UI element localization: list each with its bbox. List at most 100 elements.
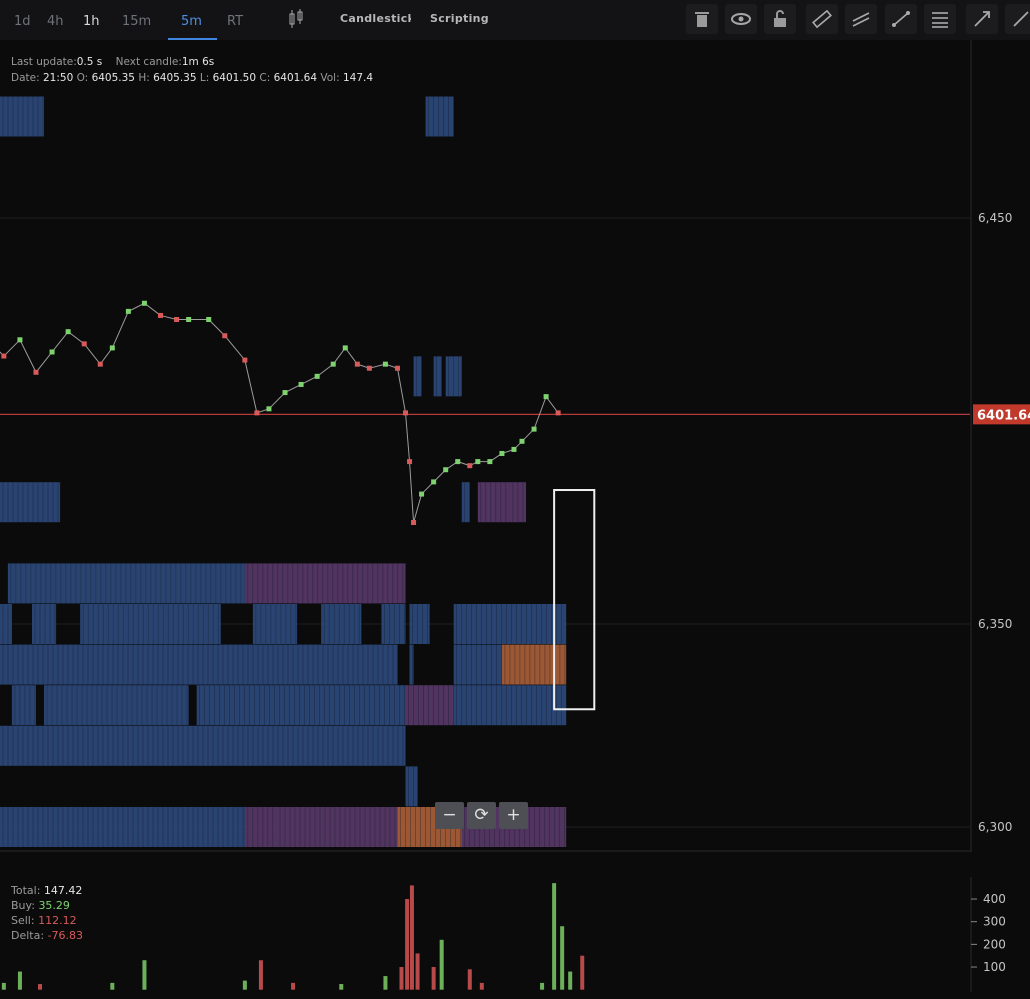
price-marker bbox=[242, 357, 248, 363]
volume-bar bbox=[258, 960, 263, 990]
volume-bar bbox=[399, 967, 404, 990]
zoom-in-button[interactable]: + bbox=[499, 802, 528, 829]
volume-bar bbox=[431, 967, 436, 990]
volume-bar bbox=[580, 955, 585, 990]
price-marker bbox=[141, 300, 147, 306]
volume-bar bbox=[383, 976, 388, 990]
liquidity-band bbox=[252, 604, 298, 644]
reset-zoom-button[interactable]: ⟳ bbox=[467, 802, 496, 829]
volume-bar bbox=[339, 984, 344, 990]
price-marker bbox=[266, 406, 272, 412]
volume-delta: Delta: -76.83 bbox=[11, 929, 83, 942]
price-tick-label: 6,300 bbox=[978, 820, 1012, 834]
volume-bar bbox=[439, 939, 444, 990]
volume-bar bbox=[1, 982, 6, 990]
next-candle-label: Next candle: bbox=[115, 56, 182, 68]
price-marker bbox=[65, 329, 71, 335]
sell-value: 112.12 bbox=[38, 914, 77, 927]
unlock-icon[interactable] bbox=[764, 4, 796, 34]
trend-arrows-icon[interactable] bbox=[885, 4, 917, 34]
price-marker bbox=[254, 410, 260, 416]
price-marker bbox=[354, 361, 360, 367]
liquidity-band bbox=[0, 482, 61, 523]
ohlc-info: Date: 21:50 O: 6405.35 H: 6405.35 L: 640… bbox=[11, 72, 373, 84]
price-marker bbox=[511, 446, 517, 452]
next-candle-value: 1m 6s bbox=[181, 56, 215, 68]
price-marker bbox=[158, 312, 164, 318]
price-marker bbox=[467, 463, 473, 469]
price-marker bbox=[222, 333, 228, 339]
liquidity-band bbox=[405, 766, 418, 807]
high-label: H: bbox=[138, 72, 150, 84]
zoom-out-button[interactable]: − bbox=[435, 802, 464, 829]
price-marker bbox=[443, 467, 449, 473]
top-toolbar: 1d 4h 1h 15m 5m RT Candlestick Scripting bbox=[0, 0, 1030, 40]
liquidity-band bbox=[461, 482, 470, 523]
price-marker bbox=[455, 459, 461, 465]
liquidity-band bbox=[453, 644, 502, 685]
ruler-icon[interactable] bbox=[806, 4, 838, 34]
fib-lines-icon[interactable] bbox=[924, 4, 956, 34]
scripting-button[interactable]: Scripting bbox=[430, 12, 489, 25]
sell-label: Sell: bbox=[11, 914, 35, 927]
volume-pane[interactable]: 400 300 200 100 bbox=[0, 852, 1030, 999]
liquidity-band bbox=[453, 604, 567, 644]
eye-icon[interactable] bbox=[725, 4, 757, 34]
price-marker bbox=[407, 459, 413, 465]
price-marker bbox=[206, 317, 212, 322]
buy-value: 35.29 bbox=[38, 899, 70, 912]
liquidity-band bbox=[381, 604, 406, 644]
price-marker bbox=[109, 345, 115, 351]
liquidity-band bbox=[31, 604, 57, 644]
price-marker bbox=[382, 361, 388, 367]
timeframe-15m[interactable]: 15m bbox=[122, 14, 151, 29]
price-marker bbox=[403, 410, 409, 416]
price-marker bbox=[499, 450, 505, 456]
volume-total: Total: 147.42 bbox=[11, 884, 82, 897]
low-value: 6401.50 bbox=[212, 72, 257, 84]
liquidity-band bbox=[433, 356, 442, 397]
volume-tick-label: 300 bbox=[983, 915, 1006, 929]
price-marker bbox=[125, 308, 131, 314]
price-marker bbox=[33, 369, 39, 375]
liquidity-band bbox=[196, 685, 406, 726]
timeframe-rt[interactable]: RT bbox=[227, 14, 243, 29]
price-marker bbox=[475, 459, 481, 465]
timeframe-5m[interactable]: 5m bbox=[181, 14, 202, 29]
price-tick-label: 6,350 bbox=[978, 617, 1012, 631]
volume-bar bbox=[291, 982, 296, 990]
volume-bar bbox=[568, 971, 573, 990]
line-tool-icon[interactable] bbox=[1005, 4, 1030, 34]
volume-bar bbox=[405, 899, 410, 990]
candlestick-button[interactable]: Candlestick bbox=[340, 12, 411, 25]
price-marker bbox=[298, 381, 304, 387]
liquidity-band bbox=[425, 96, 454, 137]
arrow-line-icon[interactable] bbox=[966, 4, 998, 34]
price-marker bbox=[81, 341, 87, 347]
candlestick-icon[interactable] bbox=[281, 4, 309, 34]
timeframe-1d[interactable]: 1d bbox=[14, 14, 31, 29]
price-marker bbox=[487, 459, 493, 465]
timeframe-1h[interactable]: 1h bbox=[83, 14, 100, 29]
orderbook-heatmap-chart[interactable]: 6,4506,3506,3006401.643 PM4 PM5 PM6 PM7 … bbox=[0, 40, 1030, 852]
liquidity-band bbox=[453, 685, 567, 726]
liquidity-band bbox=[244, 807, 277, 847]
open-label: O: bbox=[76, 72, 89, 84]
total-value: 147.42 bbox=[43, 884, 83, 897]
date-label: Date: bbox=[11, 72, 40, 84]
open-value: 6405.35 bbox=[91, 72, 135, 84]
volume-background bbox=[0, 852, 1030, 999]
timeframe-4h[interactable]: 4h bbox=[47, 14, 64, 29]
volume-value: 147.4 bbox=[342, 72, 374, 84]
channel-icon[interactable] bbox=[845, 4, 877, 34]
volume-bar bbox=[540, 982, 545, 990]
volume-label: Vol: bbox=[320, 72, 340, 84]
volume-bar bbox=[479, 982, 484, 990]
price-marker bbox=[366, 365, 372, 371]
trash-icon[interactable] bbox=[686, 4, 718, 34]
high-value: 6405.35 bbox=[153, 72, 197, 84]
liquidity-band bbox=[244, 563, 406, 604]
volume-bar bbox=[142, 960, 147, 990]
price-marker bbox=[543, 394, 549, 400]
delta-value: -76.83 bbox=[47, 929, 84, 942]
